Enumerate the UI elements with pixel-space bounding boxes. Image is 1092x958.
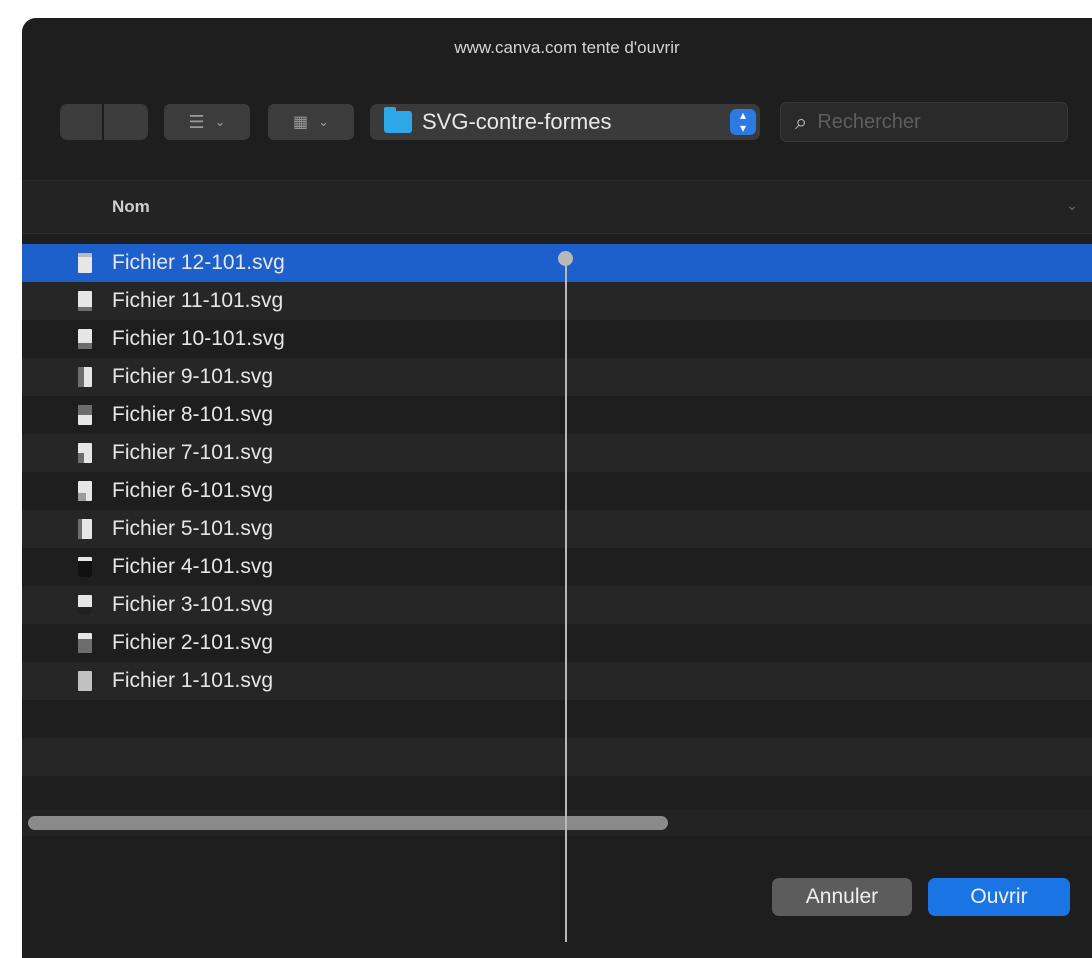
svg-file-icon [78,633,92,653]
list-header: Nom ⌄ [22,180,1092,234]
updown-chevron-icon[interactable]: ▴ ▾ [730,109,756,135]
list-item[interactable]: Fichier 12-101.svg [22,244,1092,282]
dialog-toolbar: ☰ ⌄ ▦ ⌄ SVG-contre-formes ▴ ▾ ⌕ [22,100,1092,144]
file-name: Fichier 5-101.svg [112,517,274,540]
forward-button[interactable] [104,104,148,140]
file-name: Fichier 12-101.svg [112,251,285,274]
file-list: Fichier 12-101.svg Fichier 11-101.svg Fi… [22,244,1092,824]
svg-file-icon [78,481,92,501]
file-name: Fichier 1-101.svg [112,669,274,692]
list-item[interactable]: Fichier 10-101.svg [22,320,1092,358]
list-item[interactable]: Fichier 5-101.svg [22,510,1092,548]
list-item[interactable]: Fichier 9-101.svg [22,358,1092,396]
file-name: Fichier 11-101.svg [112,289,284,312]
file-name: Fichier 8-101.svg [112,403,274,426]
svg-file-icon [78,557,92,577]
svg-file-icon [78,443,92,463]
svg-file-icon [78,253,92,273]
grid-view-button[interactable]: ▦ ⌄ [268,104,354,140]
file-open-dialog: www.canva.com tente d'ouvrir ☰ ⌄ ▦ ⌄ SVG… [22,18,1092,958]
file-name: Fichier 10-101.svg [112,327,285,350]
chevron-down-icon: ⌄ [214,114,226,129]
file-name: Fichier 3-101.svg [112,593,274,616]
svg-file-icon [78,671,92,691]
folder-path-popup[interactable]: SVG-contre-formes ▴ ▾ [370,104,760,140]
search-field[interactable]: ⌕ [780,102,1068,142]
chevron-down-icon: ⌄ [318,114,330,129]
list-item[interactable]: Fichier 7-101.svg [22,434,1092,472]
list-item[interactable]: Fichier 6-101.svg [22,472,1092,510]
empty-row [22,700,1092,738]
list-view-button[interactable]: ☰ ⌄ [164,104,250,140]
file-name: Fichier 2-101.svg [112,631,274,654]
list-item[interactable]: Fichier 3-101.svg [22,586,1092,624]
empty-row [22,776,1092,814]
list-item[interactable]: Fichier 4-101.svg [22,548,1092,586]
svg-file-icon [78,291,92,311]
svg-file-icon [78,519,92,539]
file-name: Fichier 9-101.svg [112,365,274,388]
list-item[interactable]: Fichier 2-101.svg [22,624,1092,662]
file-name: Fichier 6-101.svg [112,479,274,502]
list-item[interactable]: Fichier 1-101.svg [22,662,1092,700]
column-header-name[interactable]: Nom [112,181,150,233]
grid-view-icon: ▦ [292,114,309,131]
dialog-title: www.canva.com tente d'ouvrir [454,38,680,57]
list-item[interactable]: Fichier 11-101.svg [22,282,1092,320]
empty-row [22,738,1092,776]
svg-file-icon [78,367,92,387]
folder-icon [384,107,412,133]
svg-file-icon [78,405,92,425]
annotation-pointer-line [565,258,567,942]
search-input[interactable] [815,109,1020,135]
list-item[interactable]: Fichier 8-101.svg [22,396,1092,434]
open-button[interactable]: Ouvrir [928,878,1070,916]
file-name: Fichier 7-101.svg [112,441,274,464]
list-view-icon: ☰ [188,111,205,132]
file-name: Fichier 4-101.svg [112,555,274,578]
cancel-button[interactable]: Annuler [772,878,912,916]
folder-name: SVG-contre-formes [422,109,612,134]
svg-file-icon [78,329,92,349]
sort-chevron-icon[interactable]: ⌄ [1066,197,1078,214]
annotation-pointer-dot [558,251,573,266]
back-button[interactable] [60,104,102,140]
svg-file-icon [78,595,92,615]
horizontal-scrollbar-thumb[interactable] [28,816,668,830]
search-icon: ⌕ [795,109,808,134]
